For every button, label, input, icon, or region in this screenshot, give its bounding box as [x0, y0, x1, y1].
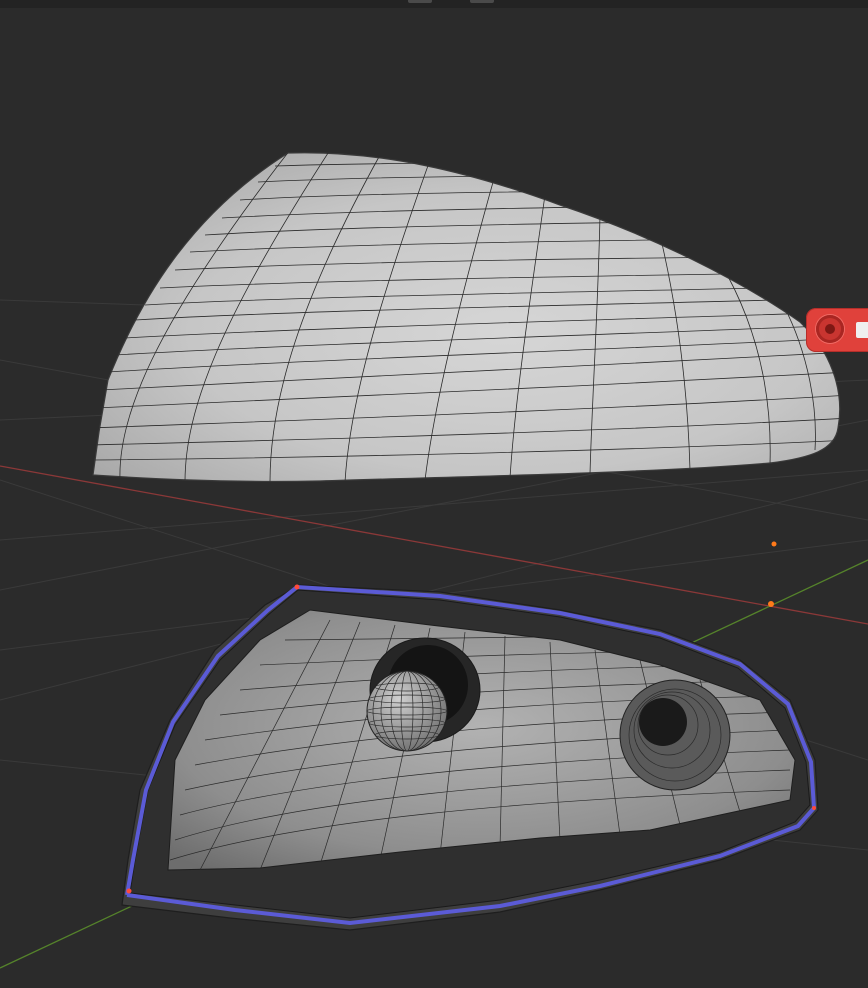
selected-vertex	[294, 584, 300, 590]
camera-rotate-icon[interactable]	[816, 315, 844, 343]
selected-vertex	[812, 806, 816, 810]
navigation-gizmo[interactable]	[806, 308, 868, 352]
gizmo-tab[interactable]	[856, 322, 868, 338]
bulb-sphere	[366, 670, 448, 752]
origin-dot	[768, 601, 774, 607]
viewport-canvas[interactable]	[0, 0, 868, 988]
outer-shell-mesh[interactable]	[90, 150, 850, 483]
selected-vertex	[126, 888, 132, 894]
3d-viewport[interactable]	[0, 0, 868, 988]
inner-housing-mesh[interactable]	[121, 584, 819, 931]
pivot-dot	[771, 541, 777, 547]
